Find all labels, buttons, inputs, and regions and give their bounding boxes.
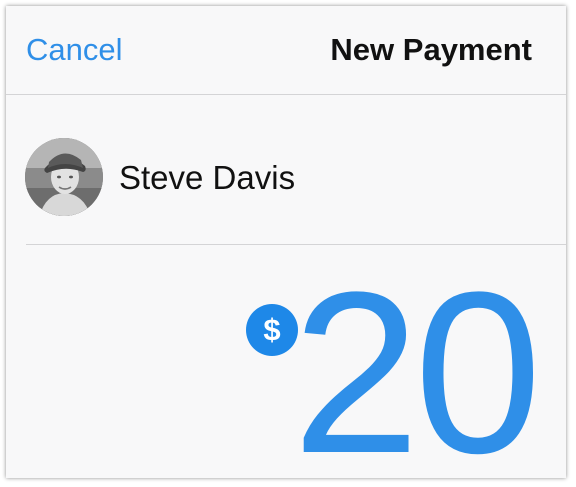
- amount-display[interactable]: 20: [292, 258, 542, 479]
- cancel-button[interactable]: Cancel: [26, 32, 123, 68]
- recipient-name: Steve Davis: [119, 159, 296, 196]
- payment-screen: Cancel New Payment Steve Davis $ 20: [6, 6, 566, 478]
- recipient-row[interactable]: Steve Davis: [6, 95, 566, 245]
- user-avatar-photo-icon: [25, 138, 103, 216]
- navigation-bar: Cancel New Payment: [6, 6, 566, 95]
- avatar: [25, 138, 103, 216]
- page-title: New Payment: [330, 32, 532, 67]
- currency-badge[interactable]: $: [246, 304, 298, 356]
